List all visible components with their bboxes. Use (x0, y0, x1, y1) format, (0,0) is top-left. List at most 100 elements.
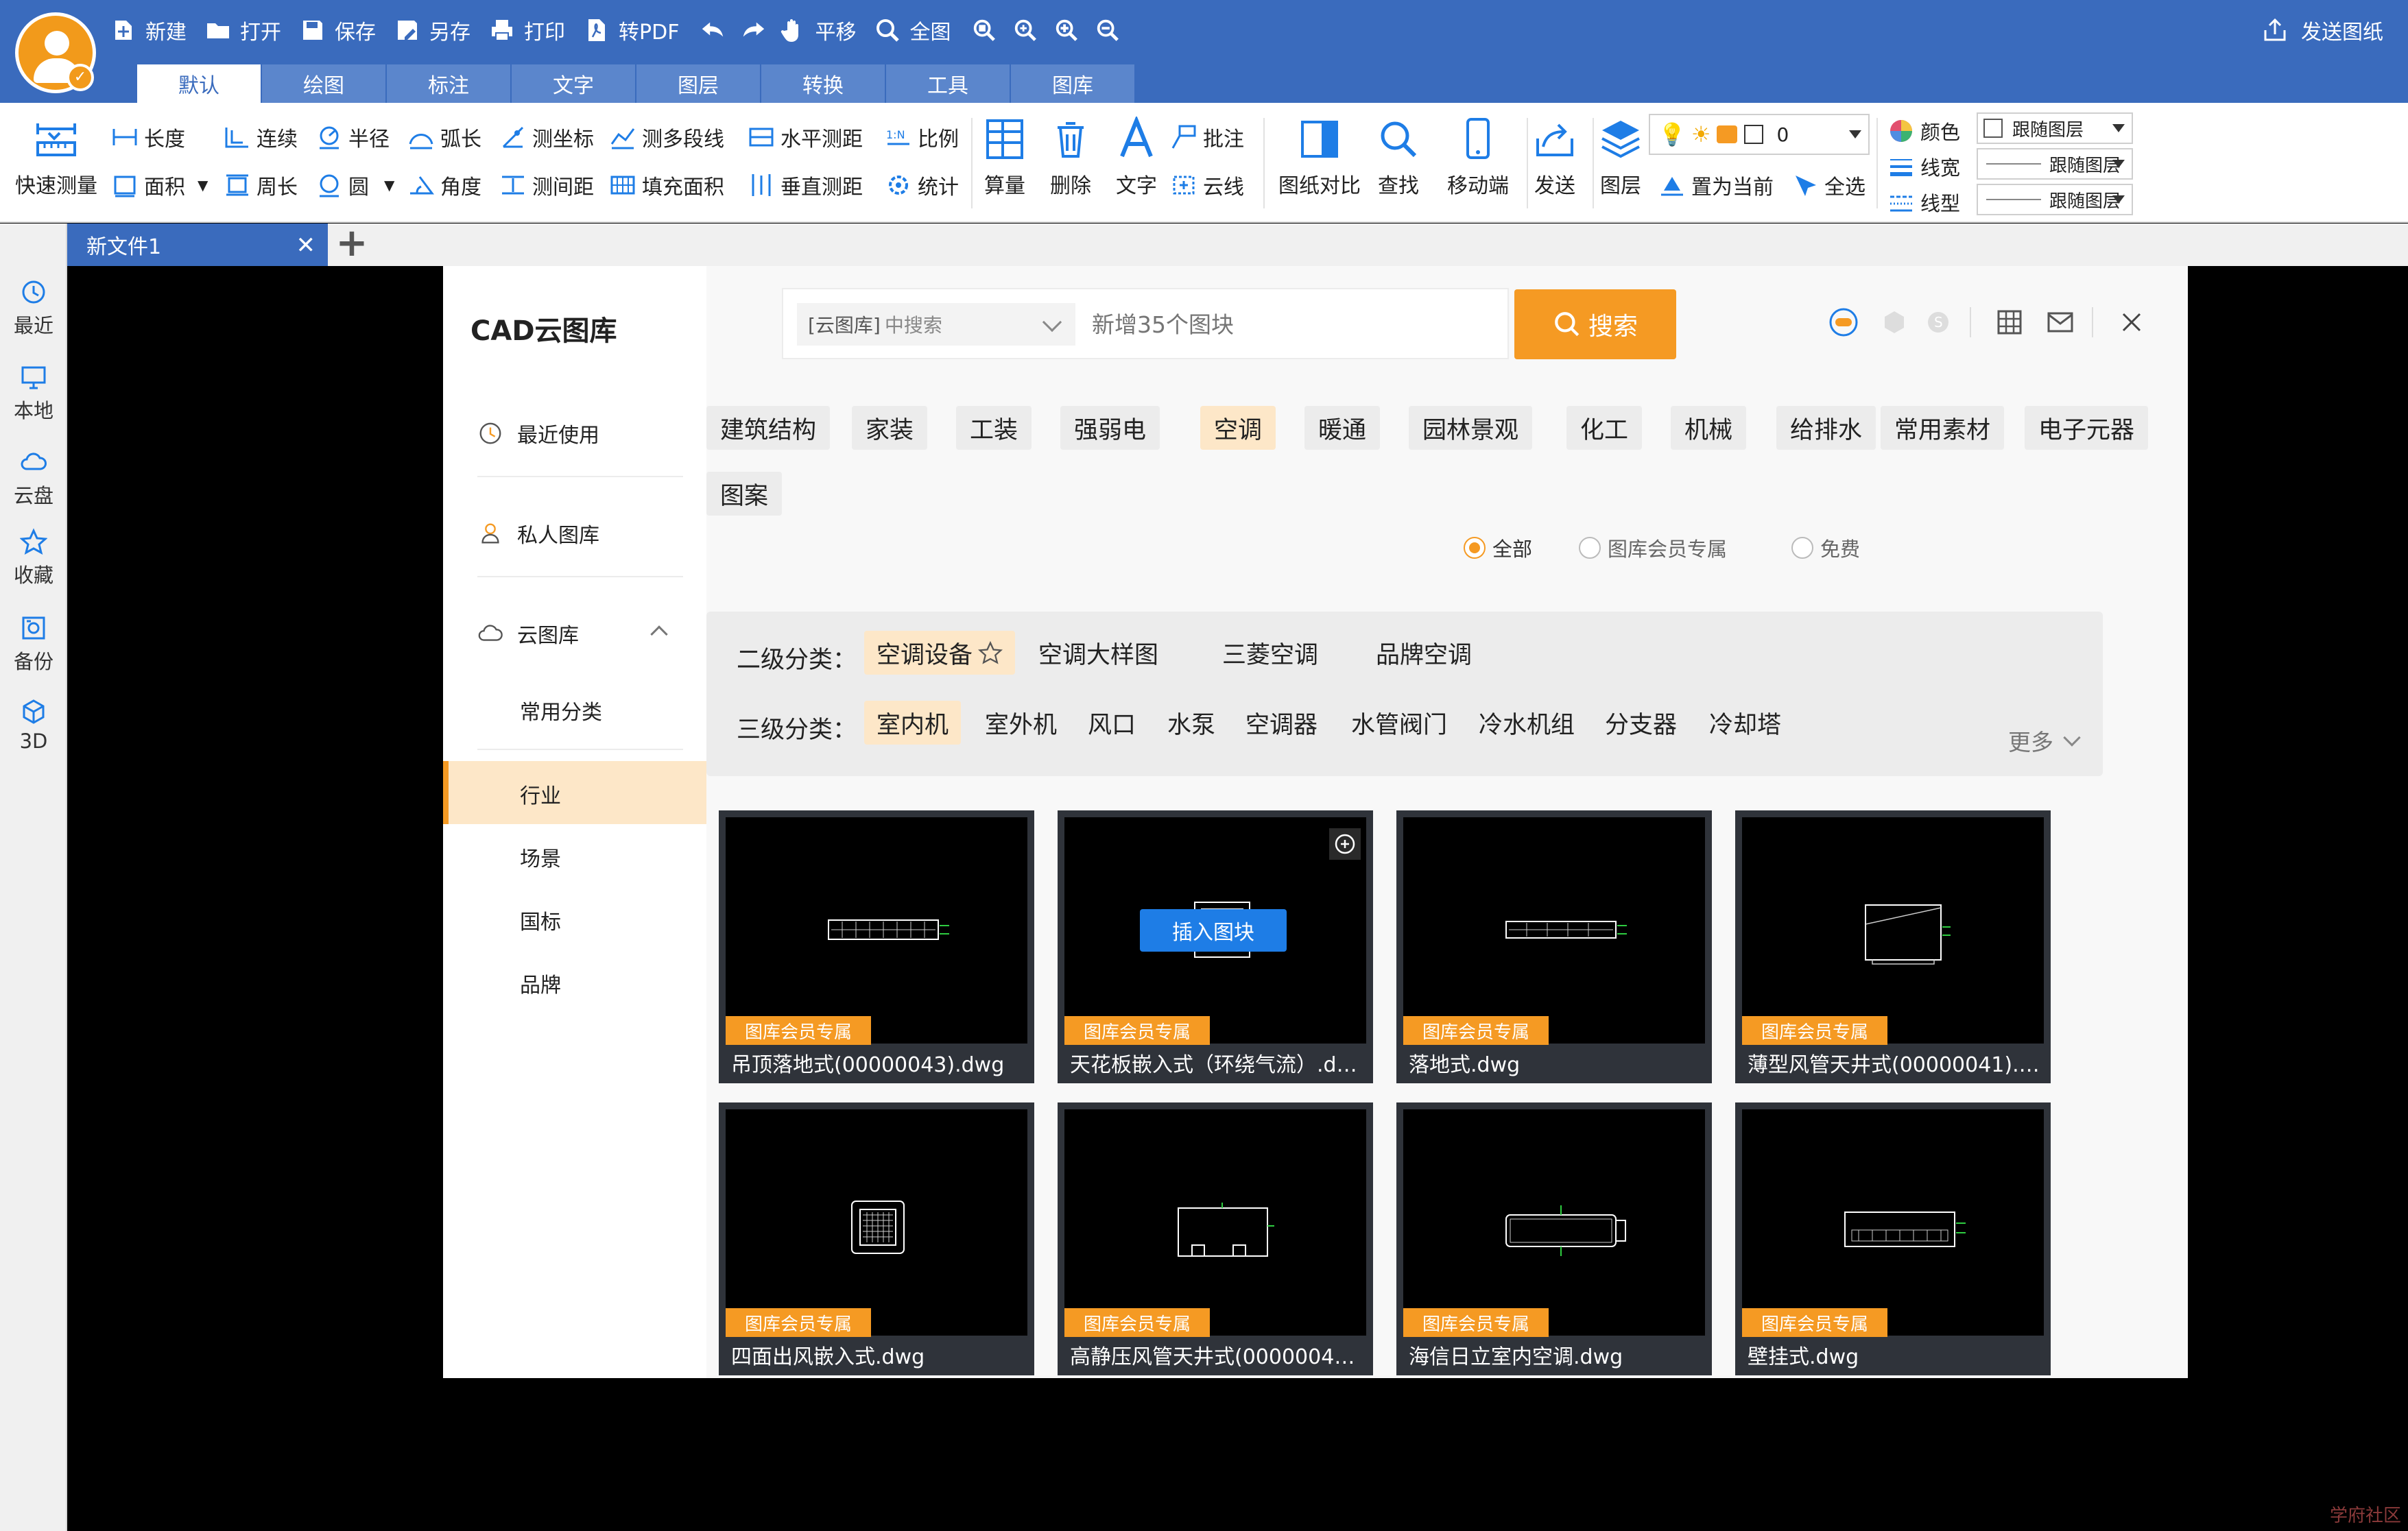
mobile-button[interactable]: 移动端 (1447, 117, 1509, 199)
to-pdf-button[interactable]: 转PDF (583, 15, 679, 45)
nav-national-standard[interactable]: 国标 (520, 905, 561, 935)
text-button[interactable]: 文字 (1114, 117, 1159, 199)
compare-drawing-button[interactable]: 图纸对比 (1278, 117, 1361, 199)
level3-option[interactable]: 风口 (1075, 701, 1148, 745)
filter-free[interactable]: 免费 (1791, 533, 1860, 562)
sidebar-item-favorite[interactable]: 收藏 (0, 528, 67, 588)
send-drawing-button[interactable]: 发送图纸 (2261, 12, 2383, 48)
redo-icon[interactable] (738, 14, 770, 46)
zoom-realtime-icon[interactable] (1010, 14, 1041, 46)
select-all-button[interactable]: 全选 (1791, 170, 1865, 200)
new-button[interactable]: 新建 (110, 15, 187, 45)
zoom-in-icon[interactable] (1329, 828, 1361, 860)
circle-button[interactable]: 圆 ▼ (315, 170, 394, 200)
layer-button[interactable]: 图层 (1598, 117, 1643, 199)
cloud-line-button[interactable]: 云线 (1170, 170, 1244, 200)
level2-option[interactable]: 三菱空调 (1210, 631, 1331, 675)
statistics-button[interactable]: 统计 (885, 170, 959, 200)
undo-icon[interactable] (697, 14, 728, 46)
nav-cloud[interactable]: 云图库 (477, 618, 579, 649)
block-card[interactable]: 图库会员专属 吊顶落地式(00000043).dwg (719, 810, 1034, 1083)
sidebar-item-cloud[interactable]: 云盘 (0, 448, 67, 509)
vertical-distance-button[interactable]: 垂直测距 (748, 170, 863, 200)
annotate-button[interactable]: 批注 (1170, 122, 1244, 152)
level3-option[interactable]: 空调器 (1233, 701, 1330, 745)
tab-tools[interactable]: 工具 (886, 64, 1010, 103)
filter-all[interactable]: 全部 (1464, 533, 1532, 562)
category-chip[interactable]: 图案 (706, 472, 783, 516)
category-chip[interactable]: 常用素材 (1881, 406, 2005, 450)
tab-convert[interactable]: 转换 (761, 64, 885, 103)
sidebar-item-backup[interactable]: 备份 (0, 614, 67, 675)
block-card[interactable]: 图库会员专属 四面出风嵌入式.dwg (719, 1102, 1034, 1375)
tab-text[interactable]: 文字 (512, 64, 635, 103)
fill-area-button[interactable]: 填充面积 (609, 170, 724, 200)
tab-dimension[interactable]: 标注 (387, 64, 510, 103)
linetype-dropdown[interactable]: 跟随图层 (1977, 184, 2133, 215)
level3-option-active[interactable]: 室内机 (864, 701, 962, 745)
block-card[interactable]: 图库会员专属 高静压风管天井式(00000040).dwg (1058, 1102, 1373, 1375)
nav-private[interactable]: 私人图库 (477, 518, 599, 548)
search-scope-select[interactable]: [云图库] 中搜索 (797, 303, 1075, 346)
print-button[interactable]: 打印 (488, 15, 565, 45)
sidebar-item-local[interactable]: 本地 (0, 363, 67, 424)
level3-option[interactable]: 室外机 (973, 701, 1069, 745)
category-chip[interactable]: 强弱电 (1060, 406, 1160, 450)
block-card[interactable]: 图库会员专属 壁挂式.dwg (1735, 1102, 2051, 1375)
star-outline-icon[interactable] (978, 640, 1003, 665)
measure-coord-button[interactable]: 测坐标 (499, 122, 594, 152)
close-dialog-icon[interactable] (2110, 300, 2154, 344)
zoom-window-icon[interactable] (968, 14, 1000, 46)
category-chip[interactable]: 电子元器 (2025, 406, 2149, 450)
more-button[interactable]: 更多 (2008, 724, 2081, 757)
nav-industry[interactable]: 行业 (520, 779, 561, 809)
scale-button[interactable]: 1:N 比例 (885, 122, 959, 152)
nav-brand[interactable]: 品牌 (520, 968, 561, 998)
quick-measure-button[interactable]: 快速测量 (15, 117, 97, 199)
pan-button[interactable]: 平移 (779, 15, 856, 45)
chevron-up-icon[interactable] (650, 625, 668, 643)
category-chip-active[interactable]: 空调 (1200, 406, 1276, 450)
sidebar-item-3d[interactable]: 3D (0, 698, 67, 753)
circle-dropdown-icon[interactable]: ▼ (384, 177, 394, 193)
category-chip[interactable]: 工装 (956, 406, 1032, 450)
tab-library[interactable]: 图库 (1011, 64, 1134, 103)
grid-view-icon[interactable] (1988, 300, 2031, 344)
zoom-all-button[interactable]: 全图 (874, 15, 951, 45)
measure-spacing-button[interactable]: 测间距 (499, 170, 594, 200)
length-button[interactable]: 长度 (111, 122, 185, 152)
level2-option-active[interactable]: 空调设备 (864, 631, 1016, 675)
category-chip[interactable]: 暖通 (1304, 406, 1381, 450)
nav-recent[interactable]: 最近使用 (477, 418, 599, 448)
category-chip[interactable]: 化工 (1566, 406, 1643, 450)
continuous-button[interactable]: 连续 (224, 122, 298, 152)
zoom-in-icon[interactable] (1051, 14, 1082, 46)
quantity-button[interactable]: 算量 (982, 117, 1027, 199)
block-card[interactable]: 图库会员专属 海信日立室内空调.dwg (1396, 1102, 1712, 1375)
angle-button[interactable]: 角度 (407, 170, 481, 200)
open-button[interactable]: 打开 (204, 15, 281, 45)
insert-block-button[interactable]: 插入图块 (1140, 909, 1287, 952)
search-button[interactable]: 搜索 (1514, 289, 1676, 359)
block-card[interactable]: 图库会员专属 薄型风管天井式(00000041).dwg (1735, 810, 2051, 1083)
color-dropdown[interactable]: 跟随图层 (1977, 112, 2133, 144)
member-badge-icon[interactable] (1872, 300, 1916, 344)
tab-layer[interactable]: 图层 (636, 64, 760, 103)
close-icon[interactable]: ✕ (296, 232, 316, 259)
level2-option[interactable]: 空调大样图 (1026, 631, 1171, 675)
linewidth-dropdown[interactable]: 跟随图层 (1977, 148, 2133, 180)
search-input[interactable] (1092, 303, 1490, 346)
sidebar-item-recent[interactable]: 最近 (0, 278, 67, 339)
save-as-button[interactable]: 另存 (394, 15, 470, 45)
message-icon[interactable] (2038, 300, 2082, 344)
category-chip[interactable]: 给排水 (1776, 406, 1876, 450)
category-chip[interactable]: 建筑结构 (706, 406, 831, 450)
arc-length-button[interactable]: 弧长 (407, 122, 481, 152)
level3-option[interactable]: 分支器 (1593, 701, 1689, 745)
set-current-button[interactable]: 置为当前 (1658, 170, 1774, 200)
filter-member-only[interactable]: 图库会员专属 (1579, 533, 1727, 562)
find-button[interactable]: 查找 (1376, 117, 1421, 199)
level3-option[interactable]: 冷水机组 (1466, 701, 1587, 745)
nav-scene[interactable]: 场景 (520, 842, 561, 872)
area-dropdown-icon[interactable]: ▼ (198, 177, 208, 193)
